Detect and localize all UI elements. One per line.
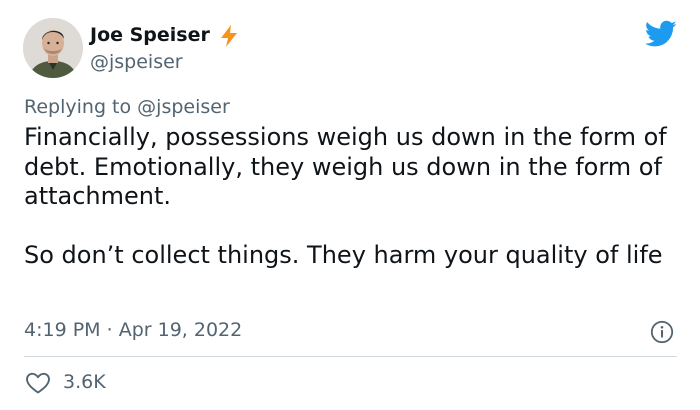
- timestamp-separator: ·: [106, 319, 113, 341]
- tweet-paragraph: Financially, possessions weigh us down i…: [24, 123, 667, 210]
- twitter-bird-icon[interactable]: [645, 20, 677, 48]
- tweet-paragraph: So don’t collect things. They harm your …: [24, 241, 663, 269]
- tweet-timestamp[interactable]: 4:19 PM · Apr 19, 2022: [24, 317, 242, 343]
- tweet-card: Joe Speiser @jspeiser Replying to @jspei…: [0, 0, 700, 410]
- tweet-text: Financially, possessions weigh us down i…: [24, 123, 674, 271]
- replying-to-label: Replying to: [24, 96, 132, 118]
- replying-to: Replying to @jspeiser: [24, 94, 230, 120]
- like-count[interactable]: 3.6K: [63, 369, 106, 395]
- tweet-time: 4:19 PM: [24, 319, 101, 341]
- avatar[interactable]: [23, 18, 83, 78]
- tweet-date: Apr 19, 2022: [118, 319, 243, 341]
- lightning-bolt-icon: [221, 25, 237, 47]
- author-name[interactable]: Joe Speiser: [90, 22, 210, 48]
- replying-to-handle[interactable]: @jspeiser: [137, 96, 230, 118]
- author-handle[interactable]: @jspeiser: [90, 50, 183, 74]
- info-icon[interactable]: [650, 320, 674, 344]
- divider: [24, 356, 677, 357]
- heart-icon[interactable]: [25, 371, 51, 395]
- avatar-image: [23, 18, 83, 78]
